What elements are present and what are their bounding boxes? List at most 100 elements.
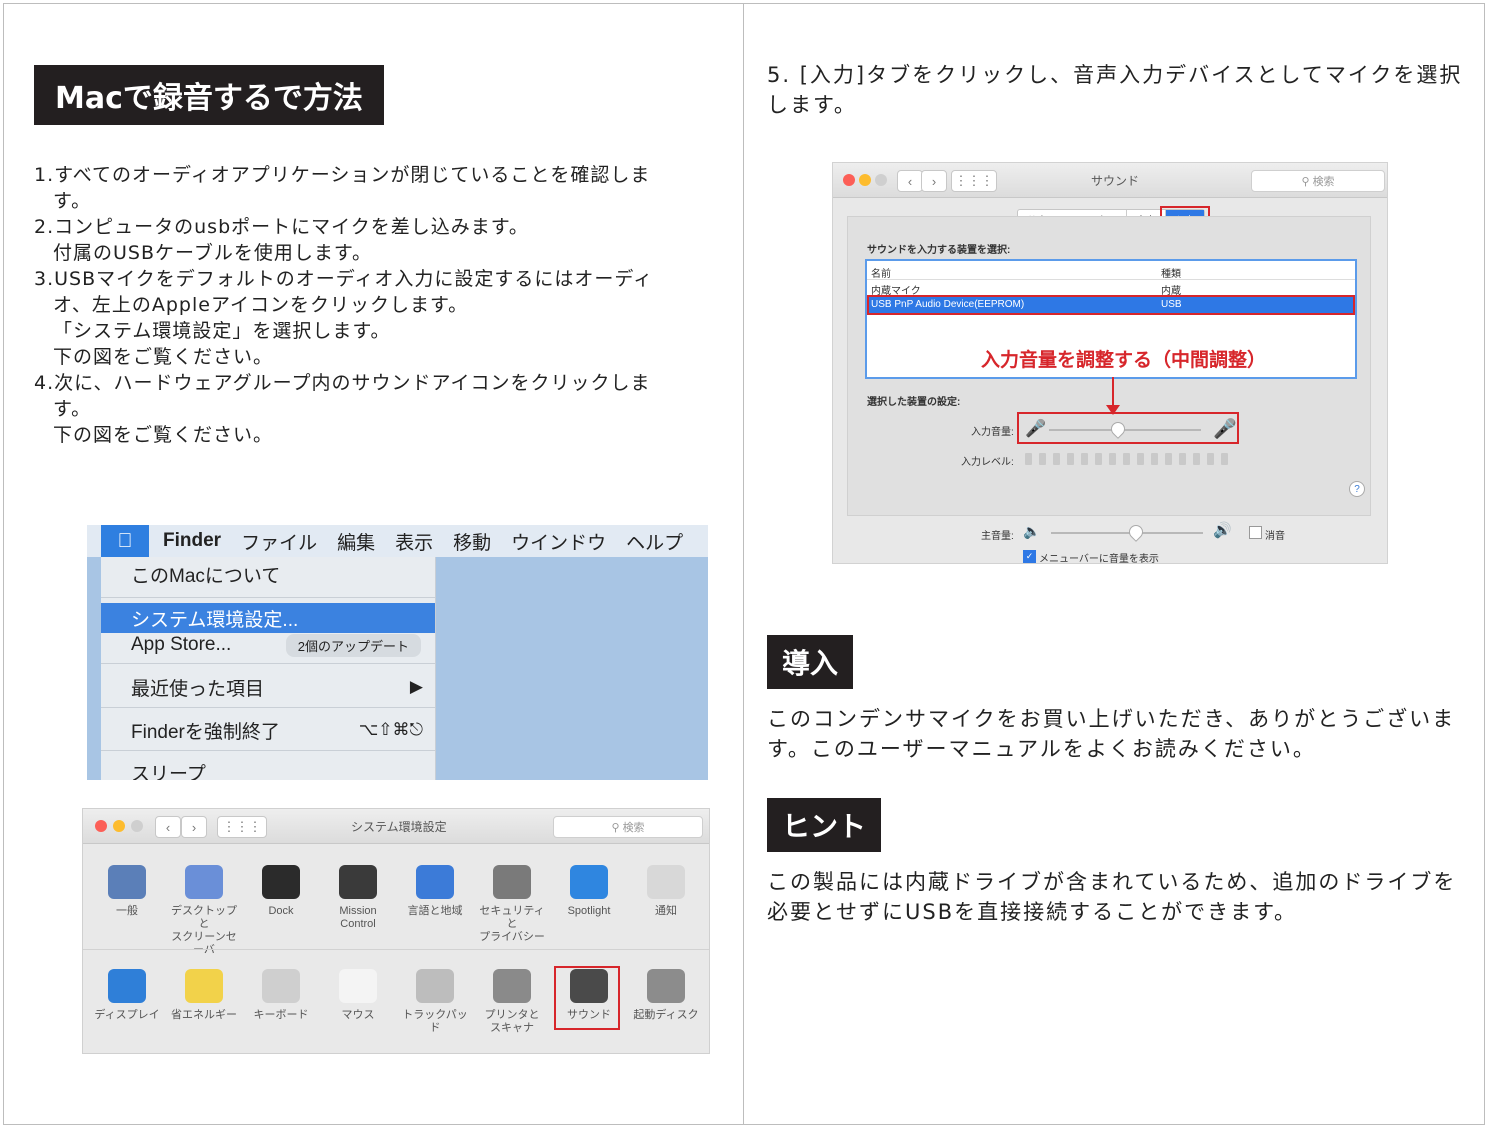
grid-icon[interactable]: ⋮⋮⋮ (217, 816, 267, 838)
pref-pane-house[interactable]: セキュリティと プライバシー (476, 865, 548, 944)
pref-pane-bulb[interactable]: 省エネルギー (168, 969, 240, 1022)
forward-icon[interactable]: › (181, 816, 207, 838)
pref-pane-mouse[interactable]: マウス (322, 969, 394, 1022)
menu-item-label: 最近使った項目 (131, 678, 265, 700)
step-line: 1.すべてのオーディオアプリケーションが閉じていることを確認しま (34, 164, 651, 186)
menu-item-app-store[interactable]: App Store... 2個のアップデート (101, 630, 435, 660)
pref-pane-spotlight[interactable]: Spotlight (553, 865, 625, 918)
menu-go[interactable]: 移動 (453, 528, 491, 555)
intro-heading-text: 導入 (781, 647, 838, 680)
mute-label: 消音 (1265, 531, 1285, 542)
pref-pane-notifications[interactable]: 通知 (630, 865, 702, 918)
menu-view[interactable]: 表示 (395, 528, 433, 555)
minimize-icon[interactable] (859, 174, 871, 186)
zoom-icon[interactable] (875, 174, 887, 186)
help-label: ? (1354, 483, 1360, 495)
step5-text: 5. [入力]タブをクリックし、音声入力デバイスとしてマイクを選択します。 (767, 63, 1463, 117)
level-segment (1123, 453, 1130, 465)
menu-finder[interactable]: Finder (163, 530, 221, 552)
search-icon: ⚲ (611, 821, 623, 834)
menu-edit[interactable]: 編集 (337, 528, 375, 555)
pref-pane-trackpad[interactable]: トラックパッド (399, 969, 471, 1035)
menu-item-recent[interactable]: 最近使った項目 ▶ (101, 672, 435, 702)
bulb-icon (185, 969, 223, 1003)
mission-control-icon (339, 865, 377, 899)
menu-separator (101, 597, 435, 598)
level-segment (1039, 453, 1046, 465)
pref-pane-flag[interactable]: 言語と地域 (399, 865, 471, 918)
step-line: 下の図をご覧ください。 (53, 346, 274, 368)
level-segment (1067, 453, 1074, 465)
speaker-low-icon: 🔈 (1023, 523, 1041, 539)
level-segment (1095, 453, 1102, 465)
back-icon[interactable]: ‹ (155, 816, 181, 838)
menu-file[interactable]: ファイル (241, 528, 317, 555)
select-device-label: サウンドを入力する装置を選択: (867, 245, 1011, 256)
sound-settings-screenshot: ‹ › ⋮⋮⋮ サウンド ⚲ 検索 サウンドエフェクト 出力 入力 サウンドを入… (832, 162, 1388, 564)
column-header-name: 名前 (871, 269, 891, 280)
minimize-icon[interactable] (113, 820, 125, 832)
menu-item-label: スリープ (131, 763, 206, 781)
mouse-icon (339, 969, 377, 1003)
volume-callout: 入力音量を調整する（中間調整） (981, 350, 1267, 371)
pref-pane-label: キーボード (253, 1009, 309, 1021)
sound-highlight (554, 966, 620, 1030)
menu-help[interactable]: ヘルプ (626, 528, 683, 555)
input-volume-highlight (1017, 412, 1239, 444)
mute-checkbox[interactable] (1249, 526, 1262, 539)
page-title-text: Macで録音するで方法 (55, 81, 363, 116)
pref-pane-disk[interactable]: 起動ディスク (630, 969, 702, 1022)
menubar-volume-checkbox[interactable]: ✓ (1023, 550, 1036, 563)
table-row[interactable]: 内蔵マイク 内蔵 (867, 280, 1355, 297)
instructions: 1.すべてのオーディオアプリケーションが閉じていることを確認しま す。 2.コン… (34, 162, 664, 448)
menubar-volume-label: メニューバーに音量を表示 (1039, 554, 1159, 564)
menu-item-force-quit[interactable]: Finderを強制終了 ⌥⇧⌘⎋ (101, 715, 435, 745)
master-volume-slider[interactable] (1051, 532, 1203, 534)
level-segment (1025, 453, 1032, 465)
submenu-arrow-icon: ▶ (409, 677, 423, 696)
title-bar: ‹ › ⋮⋮⋮ システム環境設定 ⚲ 検索 (83, 809, 709, 844)
pref-pane-printer[interactable]: プリンタと スキャナ (476, 969, 548, 1035)
table-header: 名前 種類 (867, 263, 1355, 280)
pref-pane-label: Mission Control (339, 905, 377, 930)
step-line: 付属のUSBケーブルを使用します。 (53, 242, 372, 264)
pref-pane-mission-control[interactable]: Mission Control (322, 865, 394, 931)
window-title: サウンド (1091, 173, 1140, 188)
step-line: 「システム環境設定」を選択します。 (53, 320, 391, 342)
pref-pane-label: Dock (268, 905, 294, 917)
pref-pane-label: セキュリティと プライバシー (479, 905, 545, 943)
menu-window[interactable]: ウインドウ (511, 528, 606, 555)
level-segment (1193, 453, 1200, 465)
update-badge: 2個のアップデート (285, 633, 421, 657)
help-icon[interactable]: ? (1349, 481, 1365, 497)
trackpad-icon (416, 969, 454, 1003)
search-placeholder: 検索 (622, 822, 645, 834)
back-icon[interactable]: ‹ (897, 170, 923, 192)
grid-icon[interactable]: ⋮⋮⋮ (951, 170, 997, 192)
menu-item-about[interactable]: このMacについて (101, 559, 435, 589)
apple-icon[interactable]:  (101, 525, 149, 557)
menu-item-system-preferences[interactable]: システム環境設定... (101, 603, 435, 633)
pref-pane-dock[interactable]: Dock (245, 865, 317, 918)
pref-pane-general[interactable]: 一般 (91, 865, 163, 918)
forward-icon[interactable]: › (921, 170, 947, 192)
pref-pane-display[interactable]: ディスプレイ (91, 969, 163, 1022)
hint-heading: ヒント (767, 798, 881, 852)
master-volume-knob[interactable] (1125, 522, 1146, 542)
pref-pane-label: ディスプレイ (94, 1009, 160, 1021)
input-level-label: 入力レベル: (961, 457, 1014, 468)
dock-icon (262, 865, 300, 899)
close-icon[interactable] (843, 174, 855, 186)
title-bar: ‹ › ⋮⋮⋮ サウンド ⚲ 検索 (833, 163, 1387, 198)
search-input[interactable]: ⚲ 検索 (553, 816, 703, 838)
notifications-icon (647, 865, 685, 899)
close-icon[interactable] (95, 820, 107, 832)
search-input[interactable]: ⚲ 検索 (1251, 170, 1385, 192)
menu-item-sleep[interactable]: スリープ (101, 757, 435, 781)
pref-pane-desktop[interactable]: デスクトップと スクリーンセーバ (168, 865, 240, 957)
menu-separator (101, 663, 435, 664)
zoom-icon[interactable] (131, 820, 143, 832)
pref-pane-keyboard[interactable]: キーボード (245, 969, 317, 1022)
hint-heading-text: ヒント (781, 810, 866, 843)
general-icon (108, 865, 146, 899)
